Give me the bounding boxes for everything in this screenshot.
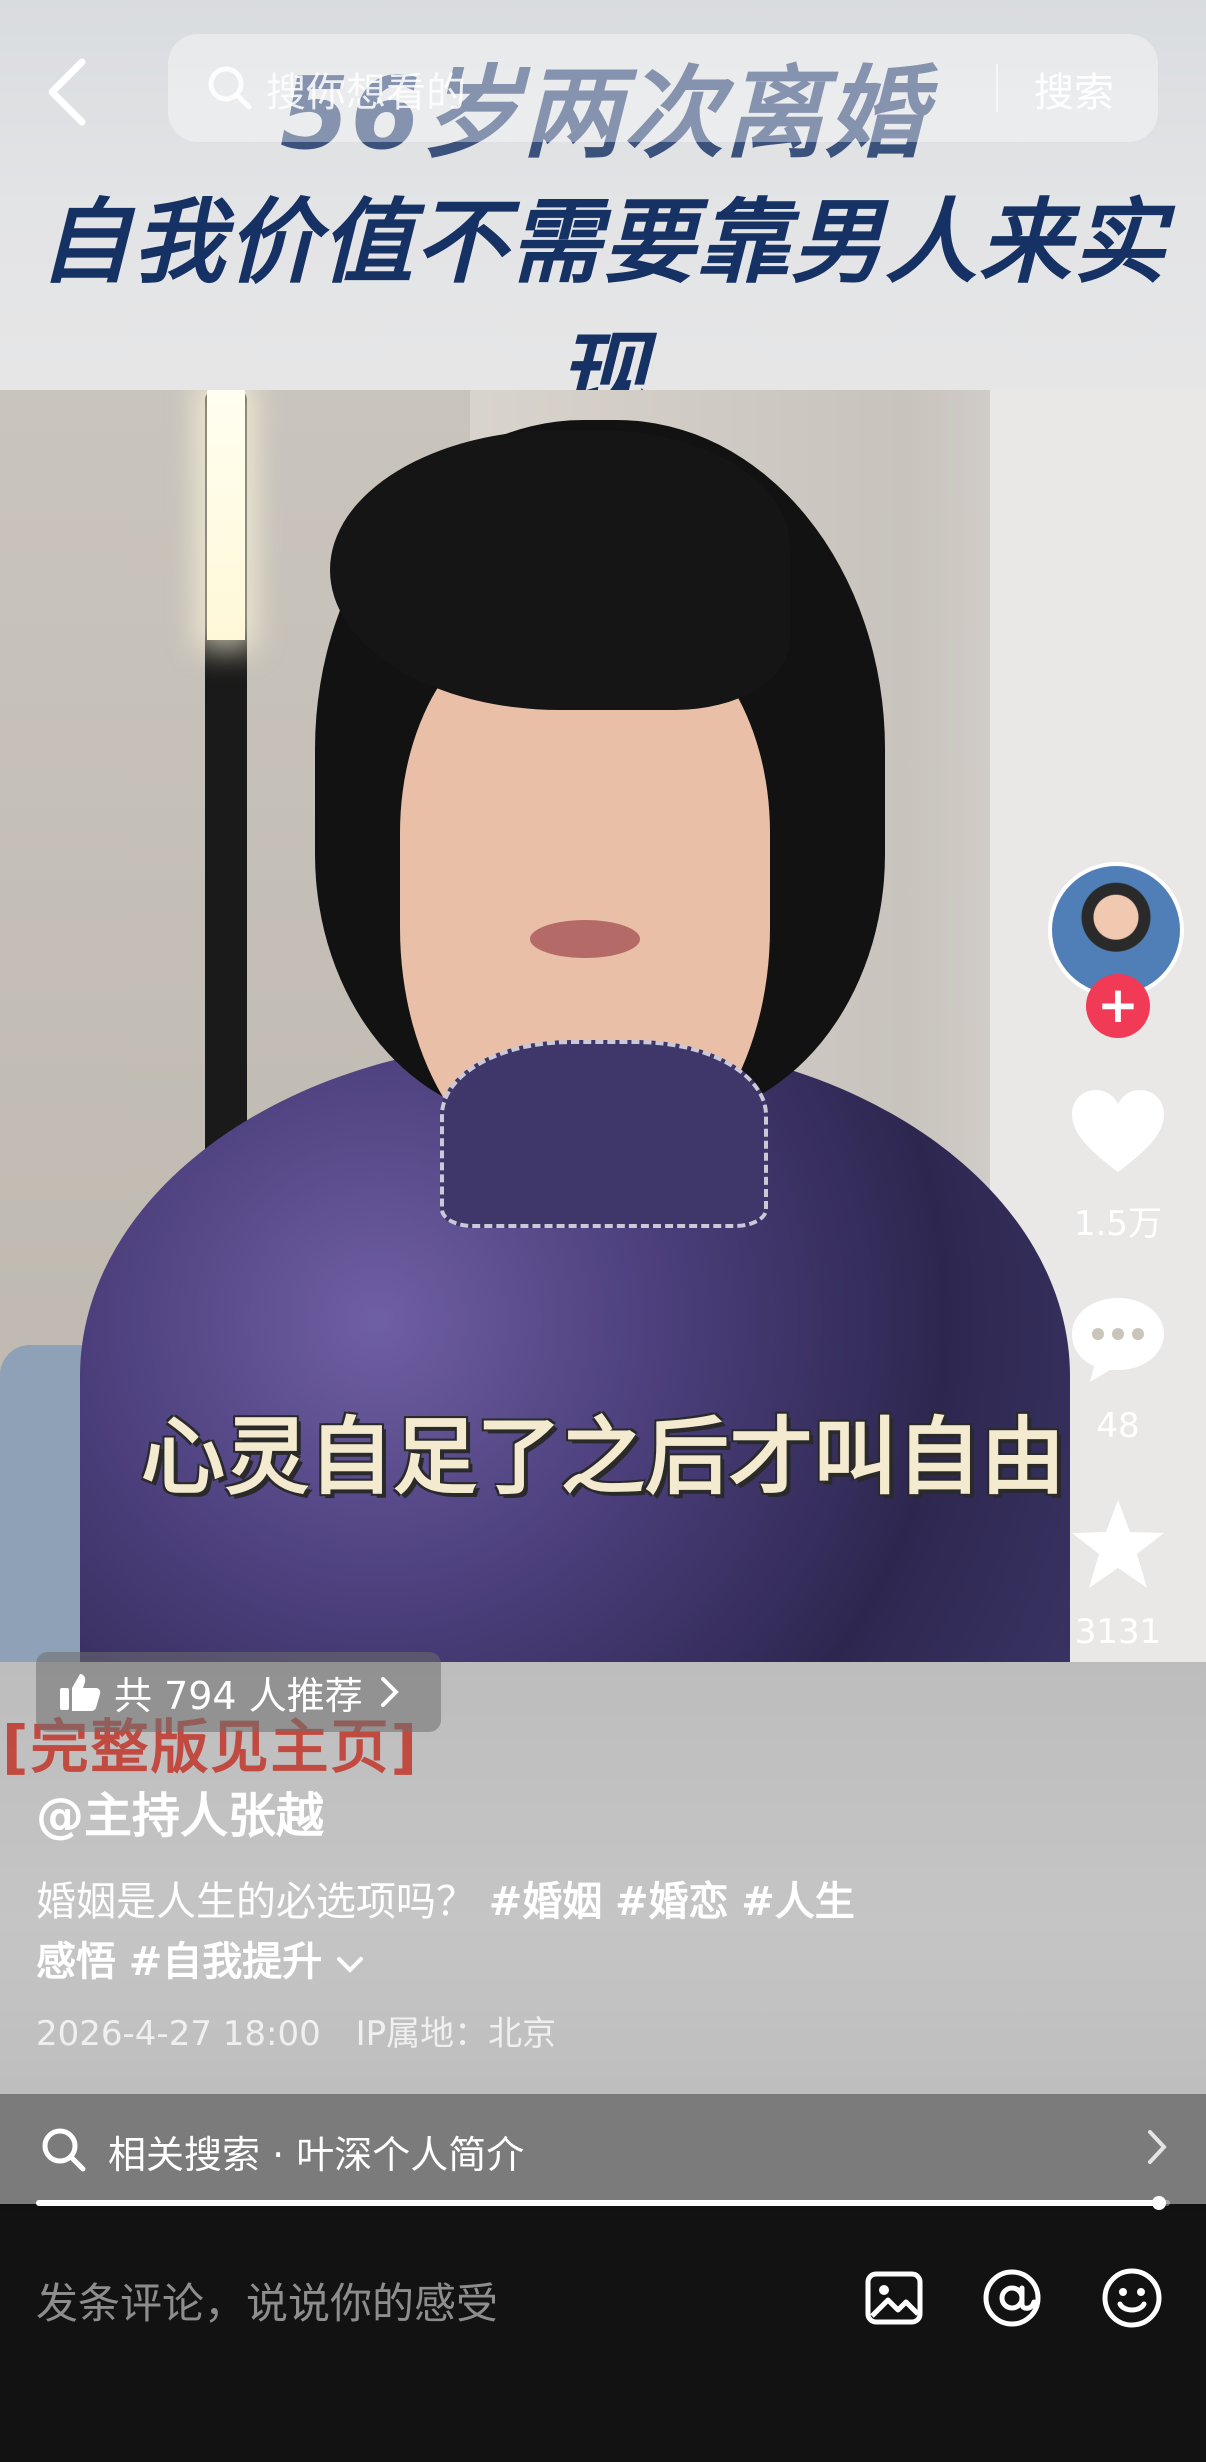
hashtag[interactable]: #人生 [741,1879,855,1925]
follow-button[interactable]: + [1086,974,1150,1038]
chevron-right-icon [1148,2130,1167,2164]
chevron-right-icon [380,1677,399,1707]
thumbs-up-icon [60,1674,101,1711]
like-button[interactable] [1058,1086,1178,1182]
heart-icon [1072,1090,1164,1172]
top-banner: 56岁两次离婚 自我价值不需要靠男人来实现 搜你想看的 搜索 [0,0,1206,429]
video-subtitle: 心灵自足了之后才叫自由 [140,1408,1065,1506]
lamp-glow [207,390,245,640]
chevron-left-icon [48,58,86,126]
chevron-down-icon[interactable] [335,1955,365,1975]
search-icon [208,66,252,110]
image-icon[interactable] [862,2266,926,2330]
post-meta: 2026-4-27 18:00 IP属地：北京 [36,2006,580,2055]
description-text: 婚姻是人生的必选项吗？ [36,1879,476,1925]
related-search-label: 相关搜索 · 叶深个人简介 [108,2133,525,2177]
star-icon [1072,1500,1164,1588]
hashtag[interactable]: #自我提升 [129,1939,323,1985]
search-icon [42,2128,86,2172]
hashtag[interactable]: #婚恋 [615,1879,729,1925]
person-lips [530,920,640,958]
comment-button[interactable] [1058,1292,1178,1392]
recommend-text: 共 794 人推荐 [114,1673,363,1718]
hashtag[interactable]: #婚姻 [489,1879,603,1925]
ip-location: IP属地：北京 [355,2014,557,2054]
video-player[interactable]: 心灵自足了之后才叫自由 [0,390,1206,1662]
related-search-bar[interactable]: 相关搜索 · 叶深个人简介 [0,2094,1206,2204]
chat-bubble-icon [1072,1298,1164,1382]
smiley-icon[interactable] [1100,2266,1164,2330]
recommend-pill[interactable]: 共 794 人推荐 [36,1652,441,1732]
search-input[interactable]: 搜你想看的 [266,60,466,118]
back-button[interactable] [38,52,98,132]
search-button[interactable]: 搜索 [1034,60,1114,118]
like-count: 1.5万 [1073,1204,1163,1244]
at-icon[interactable] [980,2266,1044,2330]
progress-fill [36,2200,1159,2206]
progress-handle[interactable] [1151,2196,1166,2210]
person-collar [440,1040,768,1228]
search-bar[interactable]: 搜你想看的 搜索 [168,34,1158,142]
hashtag[interactable]: 感悟 [36,1939,116,1985]
favorite-button[interactable] [1058,1496,1178,1596]
person-fringe [330,430,790,710]
comment-bar: 发条评论，说说你的感受 [0,2210,1206,2462]
video-progress-bar[interactable] [36,2196,1170,2210]
post-description: 婚姻是人生的必选项吗？ #婚姻 #婚恋 #人生 感悟 #自我提升 [36,1872,936,1992]
search-divider [996,64,998,112]
comment-count: 48 [1096,1406,1140,1446]
comment-input[interactable]: 发条评论，说说你的感受 [36,2270,498,2331]
favorite-count: 3131 [1074,1612,1162,1652]
post-date: 2026-4-27 18:00 [36,2014,321,2054]
author-name[interactable]: @主持人张越 [36,1776,324,1846]
